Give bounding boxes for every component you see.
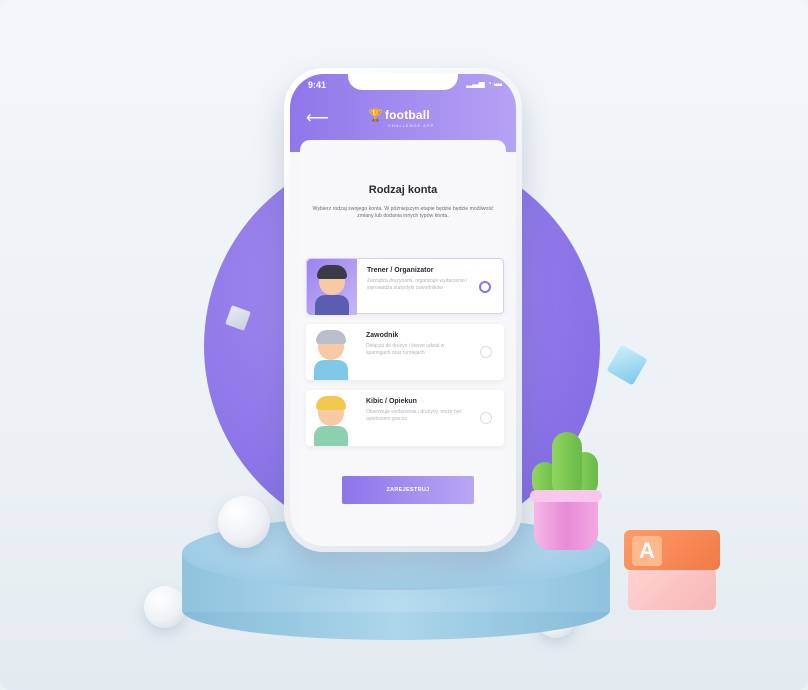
app-logo: 🏆 football CHALLENGE APP (368, 108, 435, 128)
page-title: Rodzaj konta (368, 184, 438, 196)
status-icons: ▂▃▅ ◔ ▬ (466, 79, 502, 88)
phone-mockup: 9:41 ▂▃▅ ◔ ▬ ⟵ 🏆 football CHALLENGE APP R… (284, 68, 522, 552)
block-letter: A (632, 536, 662, 566)
account-option-player[interactable]: Zawodnik Dołącza do drużyn i bierze udzi… (306, 324, 504, 380)
radio-button[interactable] (479, 281, 491, 293)
radio-button[interactable] (480, 346, 492, 358)
page-subtitle: Wybierz rodzaj swojego konta. W późniejs… (312, 206, 494, 219)
status-time: 9:41 (308, 80, 327, 90)
option-description: Dołącza do drużyn i bierze udział w spar… (366, 343, 445, 356)
option-name: Zawodnik (366, 332, 399, 339)
phone-notch (348, 74, 458, 90)
letter-block-decoration: A (624, 530, 720, 610)
showcase-scene: A 9:41 ▂▃▅ ◔ ▬ ⟵ 🏆 football CHALLENGE APP… (0, 0, 808, 690)
option-name: Trener / Organizator (367, 267, 434, 274)
trainer-avatar (307, 259, 357, 315)
phone-screen: 9:41 ▂▃▅ ◔ ▬ ⟵ 🏆 football CHALLENGE APP R… (290, 74, 516, 546)
option-name: Kibic / Opiekun (366, 398, 417, 405)
radio-button[interactable] (480, 412, 492, 424)
option-description: Zarządza drużynami, organizuje wydarzeni… (367, 278, 468, 291)
cactus-decoration (528, 432, 608, 552)
content-card: Rodzaj konta Wybierz rodzaj swojego kont… (300, 140, 506, 546)
register-button[interactable]: ZAREJESTRUJ (342, 476, 474, 504)
white-ball-decoration (218, 496, 270, 548)
back-arrow-icon[interactable]: ⟵ (306, 108, 329, 128)
fan-avatar (306, 390, 356, 446)
option-description: Obserwuje wydarzenia i drużyny, może być… (366, 409, 462, 422)
player-avatar (306, 324, 356, 380)
account-option-fan[interactable]: Kibic / Opiekun Obserwuje wydarzenia i d… (306, 390, 504, 446)
account-option-trainer[interactable]: Trener / Organizator Zarządza drużynami,… (306, 258, 504, 315)
white-ball-decoration (144, 586, 186, 628)
blue-cube-decoration (606, 344, 648, 386)
trophy-icon: 🏆 (368, 108, 383, 122)
